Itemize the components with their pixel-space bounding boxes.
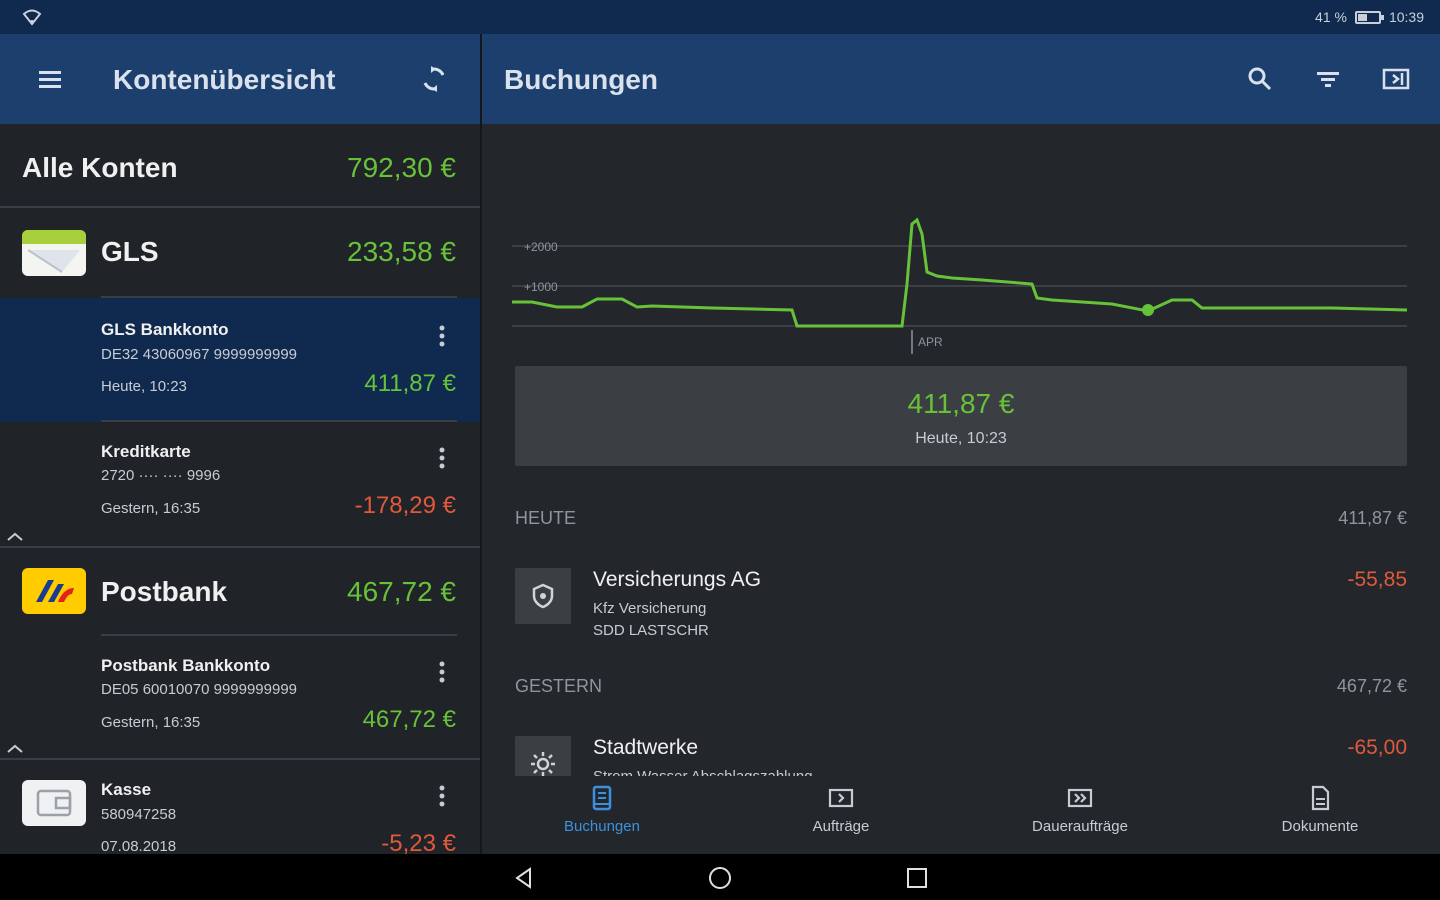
transaction-title: Stadtwerke [593,736,699,759]
section-total: 411,87 € [1338,508,1407,528]
ledger-icon [592,785,612,811]
nav-auftraege[interactable]: Aufträge [741,784,941,848]
nav-label: Aufträge [812,818,870,835]
status-right: 41 % 10:39 [1315,9,1424,25]
section-total: 467,72 € [1336,676,1407,696]
accounts-list: Alle Konten 792,30 € GLS 233,58 € GLS Ba… [0,124,480,854]
collapse-chevron-icon[interactable] [6,530,24,542]
nav-dokumente[interactable]: Dokumente [1220,784,1420,848]
nav-dauerauftraege[interactable]: Daueraufträge [980,784,1180,848]
transaction-row[interactable]: Versicherungs AG Kfz Versicherung SDD LA… [515,568,1407,648]
account-name: Postbank Bankkonto [101,656,271,675]
balance-card: 411,87 € Heute, 10:23 [515,366,1407,466]
left-title: Kontenübersicht [113,64,336,95]
section-label: GESTERN [515,676,603,696]
y-tick-label: +1000 [524,280,558,294]
more-vert-icon[interactable] [430,658,454,686]
bottom-nav: Buchungen Aufträge Daueraufträge Dokumen… [482,776,1440,854]
transaction-amount: -65,00 [1347,736,1407,759]
section-header-gestern: GESTERN 467,72 € [515,676,1407,697]
account-amount: 411,87 € [364,370,456,397]
home-icon[interactable] [704,862,736,894]
bank-name-postbank: Postbank [101,576,228,607]
standing-order-icon [1067,788,1093,808]
account-amount: 467,72 € [362,706,456,733]
document-icon [1311,785,1330,811]
expand-panel-icon[interactable] [1376,59,1416,99]
sync-icon[interactable] [414,59,454,99]
section-header-heute: HEUTE 411,87 € [515,508,1407,529]
bank-amount-gls: 233,58 € [347,236,456,267]
account-amount: -178,29 € [354,492,456,519]
wallet-icon [22,780,86,826]
nav-label: Buchungen [564,818,640,835]
left-appbar: Kontenübersicht [0,34,480,124]
gls-logo-icon [22,230,86,276]
chart-current-point [1142,304,1154,316]
account-row-postbank-bankkonto[interactable]: Postbank Bankkonto DE05 60010070 9999999… [0,636,480,760]
account-name: GLS Bankkonto [101,320,229,339]
menu-icon[interactable] [30,59,70,99]
account-row-gls-bankkonto[interactable]: GLS Bankkonto DE32 43060967 9999999999 H… [0,298,480,422]
recents-icon[interactable] [901,862,933,894]
transaction-title: Versicherungs AG [593,568,762,591]
clock: 10:39 [1388,9,1424,25]
more-vert-icon[interactable] [430,444,454,472]
account-amount: -5,23 € [381,830,456,854]
all-accounts-row[interactable]: Alle Konten 792,30 € [0,124,480,208]
right-title: Buchungen [504,64,658,95]
right-appbar: Buchungen [482,34,1440,124]
account-name: Kasse [101,780,152,799]
transaction-amount: -55,85 [1347,568,1407,591]
balance-amount: 411,87 € [907,388,1015,419]
bank-amount-postbank: 467,72 € [347,576,456,607]
transaction-purpose: Kfz Versicherung [593,600,707,617]
bank-row-postbank[interactable]: Postbank 467,72 € [0,548,480,638]
section-label: HEUTE [515,508,577,528]
more-vert-icon[interactable] [430,782,454,810]
account-date: 07.08.2018 [101,838,177,854]
account-iban: DE32 43060967 9999999999 [101,346,298,363]
battery-percent: 41 % [1315,9,1347,25]
x-tick-label: APR [918,335,943,349]
wifi-icon [22,9,42,26]
account-number: 2720 ···· ···· 9996 [101,467,221,484]
shield-icon [515,568,571,624]
filter-icon[interactable] [1308,59,1348,99]
account-number: 580947258 [101,806,177,823]
more-vert-icon[interactable] [430,322,454,350]
battery-icon [1354,10,1384,24]
balance-chart[interactable]: +2000 +1000 APR [512,164,1412,364]
status-bar: 41 % 10:39 [0,0,1440,34]
nav-label: Daueraufträge [1032,818,1128,835]
balance-time: Heute, 10:23 [915,430,1007,447]
transactions-pane: +2000 +1000 APR 411,87 € Heute, 10:23 HE… [482,124,1440,854]
bank-name-gls: GLS [101,236,159,267]
postbank-logo-icon [22,568,86,614]
account-iban: DE05 60010070 9999999999 [101,681,298,698]
transaction-type: SDD LASTSCHR [593,622,709,639]
y-tick-label: +2000 [524,240,558,254]
balance-line [512,217,1408,328]
account-date: Gestern, 16:35 [101,500,201,517]
account-row-kasse[interactable]: Kasse 580947258 07.08.2018 -5,23 € [0,760,480,854]
search-icon[interactable] [1240,59,1280,99]
system-nav-bar [0,854,1440,900]
back-icon[interactable] [508,862,540,894]
all-accounts-label: Alle Konten [22,152,178,183]
bank-row-gls[interactable]: GLS 233,58 € [0,208,480,298]
account-row-kreditkarte[interactable]: Kreditkarte 2720 ···· ···· 9996 Gestern,… [0,422,480,546]
nav-label: Dokumente [1281,818,1359,835]
nav-buchungen[interactable]: Buchungen [502,784,702,848]
all-accounts-amount: 792,30 € [347,152,456,183]
account-name: Kreditkarte [101,442,191,461]
account-date: Gestern, 16:35 [101,714,201,731]
collapse-chevron-icon[interactable] [6,742,24,754]
transfer-icon [828,788,854,808]
account-date: Heute, 10:23 [101,378,187,395]
